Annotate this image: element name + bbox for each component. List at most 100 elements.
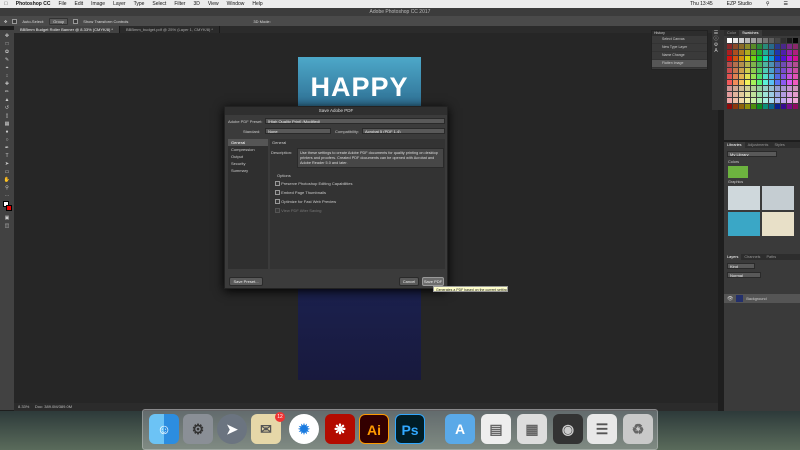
menu-type[interactable]: Type: [134, 1, 145, 7]
swatch[interactable]: [763, 92, 768, 97]
swatch[interactable]: [751, 80, 756, 85]
illustrator-icon[interactable]: Ai: [359, 414, 389, 444]
swatch[interactable]: [775, 92, 780, 97]
quick-select-tool-icon[interactable]: ✎: [3, 57, 11, 63]
swatch[interactable]: [793, 98, 798, 103]
swatch[interactable]: [739, 104, 744, 109]
standard-select[interactable]: None: [265, 128, 331, 134]
tab-paths[interactable]: Paths: [763, 254, 779, 260]
option-view-after-saving[interactable]: View PDF After Saving: [275, 208, 322, 214]
swatch[interactable]: [763, 68, 768, 73]
swatch[interactable]: [769, 50, 774, 55]
layer-name[interactable]: Background: [746, 297, 766, 301]
swatch[interactable]: [769, 92, 774, 97]
apple-icon[interactable]: : [4, 1, 8, 7]
swatch[interactable]: [787, 98, 792, 103]
swatch[interactable]: [769, 98, 774, 103]
swatch[interactable]: [733, 56, 738, 61]
swatch[interactable]: [763, 62, 768, 67]
swatch[interactable]: [775, 50, 780, 55]
swatch[interactable]: [727, 86, 732, 91]
photos-icon[interactable]: ◉: [553, 414, 583, 444]
sidebar-item-compression[interactable]: Compression: [228, 146, 268, 153]
menu-file[interactable]: File: [58, 1, 66, 7]
swatch[interactable]: [745, 80, 750, 85]
library-graphic[interactable]: [762, 186, 794, 210]
layer-row[interactable]: 👁 Background: [724, 294, 800, 303]
swatch[interactable]: [739, 62, 744, 67]
swatch[interactable]: [739, 56, 744, 61]
swatch[interactable]: [787, 104, 792, 109]
swatch[interactable]: [739, 44, 744, 49]
swatch[interactable]: [763, 44, 768, 49]
menu-3d[interactable]: 3D: [193, 1, 199, 7]
swatch[interactable]: [787, 38, 792, 43]
system-settings-icon[interactable]: ⚙: [183, 414, 213, 444]
type-tool-icon[interactable]: T: [3, 153, 11, 159]
tab-libraries[interactable]: Libraries: [724, 142, 745, 148]
move-tool-icon[interactable]: ✥: [4, 19, 7, 24]
swatch[interactable]: [727, 38, 732, 43]
library-graphic[interactable]: [728, 212, 760, 236]
menu-window[interactable]: Window: [227, 1, 245, 7]
show-transform-checkbox[interactable]: [73, 18, 79, 24]
swatch[interactable]: [733, 38, 738, 43]
swatch[interactable]: [787, 62, 792, 67]
launchpad-icon[interactable]: ➤: [217, 414, 247, 444]
option-fast-web[interactable]: Optimize for Fast Web Preview: [275, 199, 336, 205]
swatch[interactable]: [745, 92, 750, 97]
swatch[interactable]: [763, 74, 768, 79]
compatibility-select[interactable]: Acrobat 5 (PDF 1.4): [362, 128, 445, 134]
swatch[interactable]: [781, 38, 786, 43]
swatch[interactable]: [763, 80, 768, 85]
doc-tab-pdf[interactable]: BBBmm_budget.pdf @ 25% (Layer 1, CMYK/8)…: [120, 26, 220, 33]
pen-tool-icon[interactable]: ✒: [3, 145, 11, 151]
swatch[interactable]: [727, 98, 732, 103]
doc-tab-banner[interactable]: BBBmm Budget Roller Banner @ 8.33% (CMYK…: [14, 26, 120, 33]
swatch[interactable]: [793, 44, 798, 49]
swatch[interactable]: [733, 92, 738, 97]
swatch[interactable]: [739, 86, 744, 91]
save-pdf-button[interactable]: Save PDF: [422, 277, 444, 286]
shape-tool-icon[interactable]: ▭: [3, 169, 11, 175]
preset-select[interactable]: [High Quality Print] (Modified): [265, 118, 445, 124]
swatch[interactable]: [727, 92, 732, 97]
save-preset-button[interactable]: Save Preset...: [229, 277, 263, 286]
swatch[interactable]: [781, 86, 786, 91]
swatch[interactable]: [781, 74, 786, 79]
layer-filter-select[interactable]: Kind: [727, 263, 755, 269]
visibility-eye-icon[interactable]: 👁: [727, 296, 733, 302]
swatch[interactable]: [769, 80, 774, 85]
swatch[interactable]: [745, 56, 750, 61]
auto-select-checkbox[interactable]: [12, 18, 18, 24]
swatch[interactable]: [757, 74, 762, 79]
swatch[interactable]: [757, 50, 762, 55]
swatch[interactable]: [739, 80, 744, 85]
eyedropper-tool-icon[interactable]: ↕: [3, 73, 11, 79]
acrobat-icon[interactable]: ❋: [325, 414, 355, 444]
library-graphic[interactable]: [728, 186, 760, 210]
swatch[interactable]: [763, 56, 768, 61]
crop-tool-icon[interactable]: ⌖: [3, 65, 11, 71]
safari-icon[interactable]: ✹: [289, 414, 319, 444]
photoshop-icon[interactable]: Ps: [395, 414, 425, 444]
swatch[interactable]: [793, 80, 798, 85]
doc-size[interactable]: Doc: 389.0M/389.0M: [35, 404, 72, 409]
swatch[interactable]: [787, 92, 792, 97]
files-icon[interactable]: ☰: [587, 414, 617, 444]
swatch[interactable]: [769, 104, 774, 109]
swatch[interactable]: [769, 74, 774, 79]
swatch[interactable]: [733, 44, 738, 49]
history-item[interactable]: New Type Layer: [652, 44, 707, 52]
swatch[interactable]: [775, 56, 780, 61]
tab-color[interactable]: Color: [724, 30, 739, 36]
swatch[interactable]: [781, 50, 786, 55]
sidebar-item-general[interactable]: General: [228, 139, 268, 146]
search-icon[interactable]: ⚲: [766, 1, 770, 7]
history-brush-tool-icon[interactable]: ↺: [3, 105, 11, 111]
library-graphic[interactable]: [762, 212, 794, 236]
quick-mask-icon[interactable]: ▣: [3, 215, 11, 221]
group-select[interactable]: Group: [49, 17, 69, 25]
swatch[interactable]: [751, 68, 756, 73]
swatch[interactable]: [781, 104, 786, 109]
